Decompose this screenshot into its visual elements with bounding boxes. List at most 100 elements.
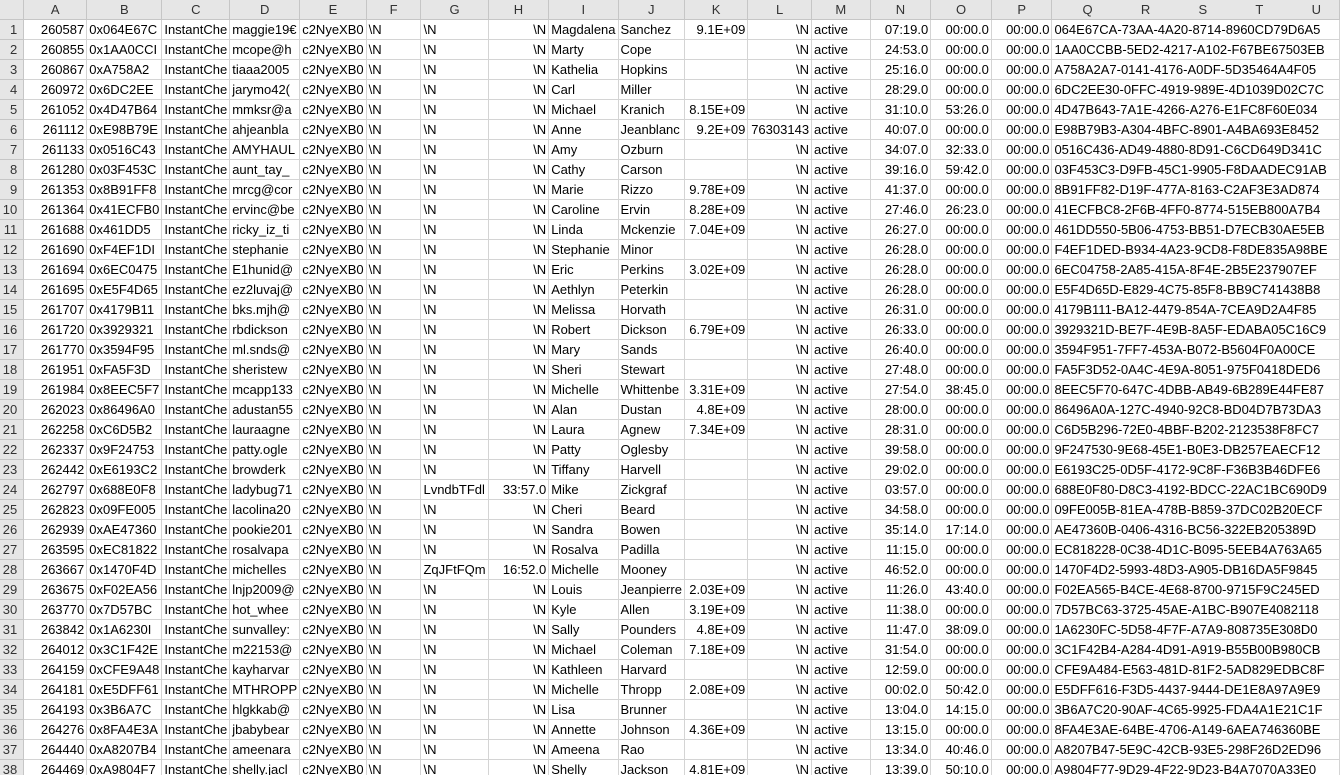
cell[interactable]: 00:00.0 [930,59,992,80]
cell[interactable]: \N [366,59,422,80]
cell[interactable]: 3C1F42B4-A284-4D91-A919-B55B00B980CB [1051,639,1340,660]
cell[interactable]: 0x8EEC5F7 [86,379,163,400]
cell[interactable]: jbabybear [229,719,301,740]
cell[interactable]: 00:00.0 [930,639,992,660]
cell[interactable]: c2NyeXB0 [299,159,367,180]
cell[interactable]: c2NyeXB0 [299,699,367,720]
row-header[interactable]: 28 [0,559,25,580]
cell[interactable]: c2NyeXB0 [299,759,367,775]
cell[interactable]: 9.1E+09 [684,19,749,40]
cell[interactable]: \N [488,639,550,660]
cell[interactable]: Anne [548,119,619,140]
cell[interactable]: EC818228-0C38-4D1C-B095-5EEB4A763A65 [1051,539,1340,560]
cell[interactable]: \N [488,739,550,760]
cell[interactable] [684,459,749,480]
cell[interactable]: 40:07.0 [870,119,932,140]
cell[interactable]: c2NyeXB0 [299,339,367,360]
row-header[interactable]: 36 [0,719,25,740]
cell[interactable]: \N [366,499,422,520]
cell[interactable]: CFE9A484-E563-481D-81F2-5AD829EDBC8F [1051,659,1340,680]
cell[interactable]: 59:42.0 [930,159,992,180]
cell[interactable]: LvndbTFdl [420,479,489,500]
cell[interactable]: InstantChe [161,379,231,400]
cell[interactable]: InstantChe [161,179,231,200]
cell[interactable]: \N [366,459,422,480]
cell[interactable]: 0x1A6230I [86,619,163,640]
cell[interactable]: \N [747,659,813,680]
cell[interactable]: 262797 [23,479,88,500]
cell[interactable]: 26:28.0 [870,259,932,280]
cell[interactable]: 0xE5DFF61 [86,679,163,700]
cell[interactable]: c2NyeXB0 [299,239,367,260]
cell[interactable]: InstantChe [161,79,231,100]
cell[interactable] [684,499,749,520]
row-header[interactable]: 18 [0,359,25,380]
cell[interactable]: Melissa [548,299,619,320]
cell[interactable]: \N [420,459,489,480]
cell[interactable]: \N [747,399,813,420]
cell[interactable]: Stephanie [548,239,619,260]
cell[interactable]: \N [366,639,422,660]
cell[interactable] [684,439,749,460]
cell[interactable]: 0xE5F4D65 [86,279,163,300]
cell[interactable]: adustan55 [229,399,301,420]
cell[interactable]: hlgkkab@ [229,699,301,720]
cell[interactable]: Linda [548,219,619,240]
cell[interactable]: active [811,279,871,300]
cell[interactable]: 11:26.0 [870,579,932,600]
cell[interactable]: \N [747,279,813,300]
cell[interactable]: 0x8FA4E3A [86,719,163,740]
cell[interactable]: \N [420,419,489,440]
cell[interactable]: Zickgraf [618,479,685,500]
cell[interactable]: InstantChe [161,159,231,180]
cell[interactable]: \N [420,359,489,380]
row-header[interactable]: 16 [0,319,25,340]
cell[interactable]: c2NyeXB0 [299,119,367,140]
cell[interactable]: active [811,179,871,200]
cell[interactable]: 0xE6193C2 [86,459,163,480]
cell[interactable]: 0x3B6A7C [86,699,163,720]
cell[interactable]: 00:00.0 [991,119,1053,140]
cell[interactable]: stephanie [229,239,301,260]
cell[interactable]: browderk [229,459,301,480]
cell[interactable]: 26:28.0 [870,239,932,260]
cell[interactable]: pookie201 [229,519,301,540]
row-header[interactable]: 14 [0,279,25,300]
cell[interactable]: 4179B111-BA12-4479-854A-7CEA9D2A4F85 [1051,299,1340,320]
cell[interactable]: Johnson [618,719,685,740]
cell[interactable]: \N [488,339,550,360]
cell[interactable]: 27:48.0 [870,359,932,380]
cell[interactable]: 4.8E+09 [684,619,749,640]
cell[interactable]: 7.18E+09 [684,639,749,660]
cell[interactable]: Cathy [548,159,619,180]
cell[interactable]: 4.8E+09 [684,399,749,420]
cell[interactable]: InstantChe [161,219,231,240]
cell[interactable]: InstantChe [161,39,231,60]
row-header[interactable]: 1 [0,19,25,40]
cell[interactable]: active [811,579,871,600]
cell[interactable]: 0x7D57BC [86,599,163,620]
cell[interactable]: Agnew [618,419,685,440]
cell[interactable]: F4EF1DED-B934-4A23-9CD8-F8DE835A98BE [1051,239,1340,260]
column-header-o[interactable]: O [930,0,992,20]
cell[interactable]: \N [366,379,422,400]
cell[interactable]: 40:46.0 [930,739,992,760]
cell[interactable]: MTHROPP [229,679,301,700]
cell[interactable]: ladybug71 [229,479,301,500]
cell[interactable]: \N [420,239,489,260]
cell[interactable]: 0x8B91FF8 [86,179,163,200]
cell[interactable]: 00:00.0 [991,419,1053,440]
cell[interactable]: Rao [618,739,685,760]
cell[interactable]: Tiffany [548,459,619,480]
cell[interactable]: 0x6DC2EE [86,79,163,100]
cell[interactable]: 064E67CA-73AA-4A20-8714-8960CD79D6A5 [1051,19,1340,40]
cell[interactable]: 9F247530-9E68-45E1-B0E3-DB257EAECF12 [1051,439,1340,460]
cell[interactable]: active [811,139,871,160]
cell[interactable]: \N [366,199,422,220]
cell[interactable]: InstantChe [161,199,231,220]
row-header[interactable]: 23 [0,459,25,480]
cell[interactable]: 00:00.0 [991,359,1053,380]
cell[interactable]: \N [366,19,422,40]
cell[interactable]: \N [366,719,422,740]
cell[interactable]: 0xFA5F3D [86,359,163,380]
